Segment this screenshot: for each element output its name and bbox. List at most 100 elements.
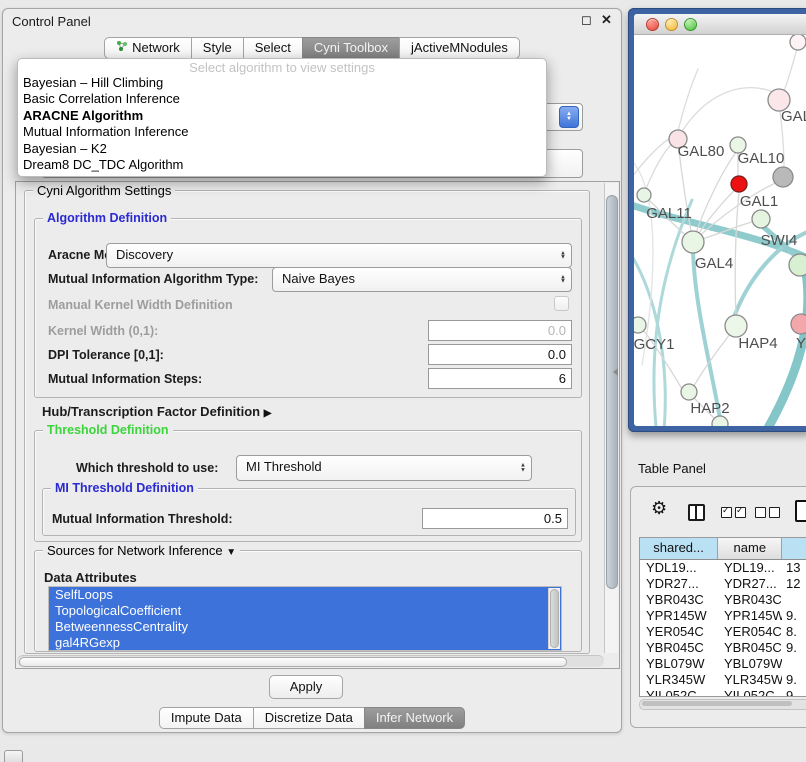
table-cell: YIL052C — [718, 688, 782, 697]
table-cell: YDL19... — [718, 560, 782, 576]
network-view-window: GALGAL80GAL10GAL1GAL11GAL4SWI4GCY1HAP4YH… — [628, 8, 806, 432]
settings-vertical-scrollbar[interactable] — [604, 183, 618, 653]
tab-infer-network[interactable]: Infer Network — [364, 707, 465, 729]
tab-discretize-data[interactable]: Discretize Data — [253, 707, 365, 729]
table-cell: YBR045C — [718, 640, 782, 656]
node-gal1[interactable] — [752, 210, 770, 228]
dpi-tolerance-field[interactable]: 0.0 — [428, 344, 572, 365]
close-traffic-light-icon[interactable] — [646, 18, 659, 31]
node-label: Y — [796, 335, 806, 352]
gray-node[interactable] — [773, 167, 793, 187]
unchecked-columns-icon[interactable] — [755, 507, 780, 518]
table-row[interactable]: YBR043CYBR043C — [640, 592, 806, 608]
manual-kernel-checkbox[interactable] — [554, 296, 569, 311]
scrollbar-thumb[interactable] — [19, 657, 567, 667]
mi-threshold-field[interactable]: 0.5 — [422, 508, 568, 529]
node-gal11[interactable] — [637, 188, 651, 202]
tab-label: Cyni Toolbox — [314, 38, 388, 58]
network-edge[interactable] — [634, 137, 672, 185]
algorithm-dropdown-items: Bayesian – Hill ClimbingBasic Correlatio… — [18, 75, 546, 173]
network-edge[interactable] — [681, 88, 775, 133]
column-header[interactable]: name — [718, 538, 782, 559]
mi-threshold-label: Mutual Information Threshold: — [52, 512, 233, 526]
tab-impute-data[interactable]: Impute Data — [159, 707, 254, 729]
mi-steps-field[interactable]: 6 — [428, 368, 572, 389]
column-header[interactable] — [782, 538, 806, 559]
tab-network[interactable]: Network — [104, 37, 192, 59]
hub-section-header[interactable]: Hub/Transcription Factor Definition ▶ — [42, 404, 271, 419]
table-cell: YLR345W — [640, 672, 718, 688]
network-edge[interactable] — [784, 49, 797, 91]
tab-label: Style — [203, 38, 232, 58]
column-header[interactable]: shared... — [640, 538, 718, 559]
tab-label: Discretize Data — [265, 708, 353, 728]
tab-jactivemnodules[interactable]: jActiveMNodules — [399, 37, 520, 59]
algorithm-option-bayesian-k2[interactable]: Bayesian – K2 — [18, 141, 546, 157]
aracne-mode-combobox[interactable]: Discovery ▲▼ — [106, 243, 572, 268]
tab-select[interactable]: Select — [243, 37, 303, 59]
table-row[interactable]: YDR27...YDR27...12 — [640, 576, 806, 592]
node-swi4[interactable] — [789, 254, 806, 276]
table-cell: YBL079W — [718, 656, 782, 672]
table-row[interactable]: YDL19...YDL19...13 — [640, 560, 806, 576]
table-horizontal-scrollbar[interactable] — [639, 699, 806, 710]
table-row[interactable]: YBL079WYBL079W — [640, 656, 806, 672]
table-cell: 13 — [782, 560, 806, 576]
algorithm-option-mutual-information-inference[interactable]: Mutual Information Inference — [18, 124, 546, 140]
attribute-item[interactable]: SelfLoops — [49, 587, 561, 603]
algorithm-option-dream8-dc-tdc-algorithm[interactable]: Dream8 DC_TDC Algorithm — [18, 157, 546, 173]
table-row[interactable]: YER054CYER054C8. — [640, 624, 806, 640]
group-title[interactable]: Sources for Network Inference ▼ — [43, 543, 240, 558]
settings-horizontal-scrollbar[interactable] — [17, 655, 604, 667]
table-row[interactable]: YLR345WYLR345W9. — [640, 672, 806, 688]
split-columns-icon[interactable] — [688, 504, 705, 521]
node-hap4[interactable] — [725, 315, 747, 337]
zoom-traffic-light-icon[interactable] — [684, 18, 697, 31]
new-table-icon[interactable] — [795, 500, 806, 522]
network-window-titlebar[interactable] — [634, 14, 806, 35]
scrollbar-thumb[interactable] — [550, 589, 559, 648]
scrollbar-thumb[interactable] — [642, 701, 792, 706]
attribute-item[interactable]: BetweennessCentrality — [49, 619, 561, 635]
cyni-bottom-tabs: Impute Data Discretize Data Infer Network — [3, 707, 621, 729]
node-label: SWI4 — [761, 232, 798, 249]
node-y[interactable] — [791, 314, 806, 334]
algorithm-dropdown-popup: Select algorithm to view settings Bayesi… — [17, 58, 547, 177]
float-panel-icon[interactable]: ◻ — [581, 12, 592, 28]
network-canvas[interactable]: GALGAL80GAL10GAL1GAL11GAL4SWI4GCY1HAP4YH… — [634, 35, 806, 426]
data-attributes-list[interactable]: SelfLoopsTopologicalCoefficientBetweenne… — [48, 586, 562, 651]
node-hap2[interactable] — [681, 384, 697, 400]
attribute-item[interactable]: TopologicalCoefficient — [49, 603, 561, 619]
algorithm-option-aracne-algorithm[interactable]: ARACNE Algorithm — [18, 108, 546, 124]
node-table[interactable]: shared...name YDL19...YDL19...13YDR27...… — [639, 537, 806, 697]
checked-columns-icon[interactable]: ✓ ✓ — [721, 507, 746, 518]
kernel-width-field[interactable]: 0.0 — [428, 320, 572, 341]
node[interactable] — [790, 35, 806, 50]
algorithm-option-basic-correlation-inference[interactable]: Basic Correlation Inference — [18, 91, 546, 107]
table-row[interactable]: YPR145WYPR145W9. — [640, 608, 806, 624]
network-edge[interactable] — [735, 193, 739, 315]
node[interactable] — [712, 416, 728, 426]
table-row[interactable]: YIL052CYIL052C9 — [640, 688, 806, 697]
node-gal4[interactable] — [682, 231, 704, 253]
which-threshold-combobox[interactable]: MI Threshold ▲▼ — [236, 455, 532, 481]
tab-style[interactable]: Style — [191, 37, 244, 59]
network-edge[interactable] — [646, 144, 672, 189]
combobox-stepper-icon: ▲▼ — [560, 251, 566, 260]
tab-cyni-toolbox[interactable]: Cyni Toolbox — [302, 37, 400, 59]
gear-icon[interactable]: ⚙ — [651, 499, 667, 517]
table-row[interactable]: YBR045CYBR045C9. — [640, 640, 806, 656]
attribute-item[interactable]: gal4RGexp — [49, 635, 561, 651]
apply-button[interactable]: Apply — [269, 675, 343, 699]
node-gcy1[interactable] — [634, 317, 646, 333]
bottom-left-partial-button[interactable] — [4, 750, 23, 762]
red-node[interactable] — [731, 176, 747, 192]
close-panel-icon[interactable]: ✕ — [601, 12, 612, 28]
algorithm-option-bayesian-hill-climbing[interactable]: Bayesian – Hill Climbing — [18, 75, 546, 91]
network-edge[interactable] — [678, 69, 698, 131]
list-scrollbar[interactable] — [548, 588, 560, 649]
splitter-collapse-arrow[interactable] — [613, 368, 618, 376]
minimize-traffic-light-icon[interactable] — [665, 18, 678, 31]
mi-algorithm-type-combobox[interactable]: Naive Bayes ▲▼ — [272, 267, 572, 292]
scrollbar-thumb[interactable] — [606, 195, 618, 589]
